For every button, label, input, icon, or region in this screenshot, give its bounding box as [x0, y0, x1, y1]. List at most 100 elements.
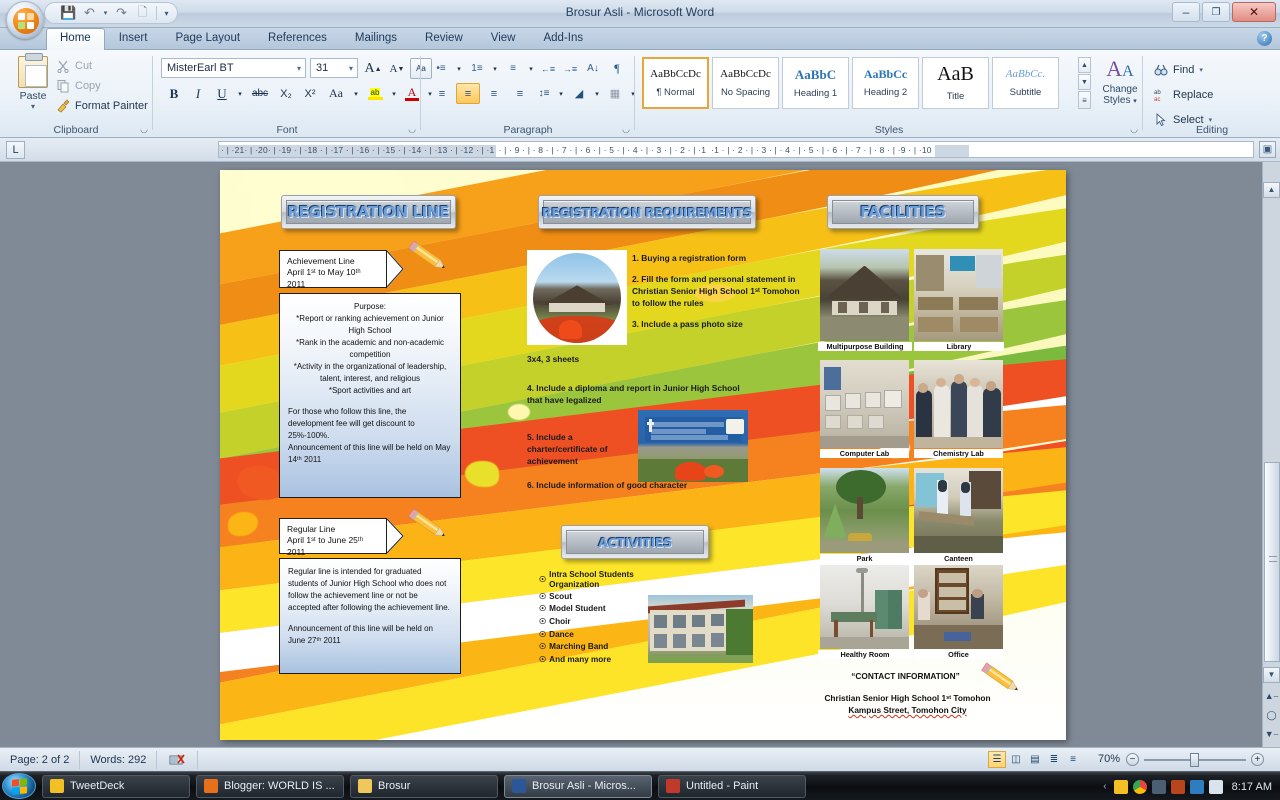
tab-mailings[interactable]: Mailings — [341, 28, 411, 50]
clock[interactable]: 8:17 AM — [1232, 781, 1272, 793]
horizontal-ruler[interactable]: · | ·21· | ·20· | ·19 · | ·18 · | ·17 · … — [218, 141, 1254, 158]
shading-dropdown-icon[interactable]: ▾ — [592, 83, 602, 104]
antivirus-tray-icon[interactable] — [1151, 779, 1166, 794]
font-name-combobox[interactable]: MisterEarl BT ▾ — [161, 58, 306, 78]
paste-button[interactable]: Paste ▾ — [10, 53, 56, 111]
find-dropdown-icon[interactable]: ▾ — [1199, 66, 1203, 74]
page-indicator[interactable]: Page: 2 of 2 — [0, 750, 81, 769]
sort-button[interactable]: A↓ — [582, 58, 604, 79]
style-heading-2[interactable]: AaBbCc Heading 2 — [852, 57, 919, 109]
taskbar-item-tweetdeck[interactable]: TweetDeck — [42, 774, 190, 798]
styles-dialog-launcher[interactable]: ◡ — [1130, 124, 1138, 135]
font-size-dropdown-icon[interactable]: ▾ — [345, 64, 357, 73]
tab-page-layout[interactable]: Page Layout — [161, 28, 254, 50]
taskbar-item-brosur[interactable]: Brosur — [350, 774, 498, 798]
close-button[interactable]: ✕ — [1232, 2, 1276, 22]
style-subtitle[interactable]: AaBbCc. Subtitle — [992, 57, 1059, 109]
tab-review[interactable]: Review — [411, 28, 477, 50]
find-button[interactable]: Find ▾ — [1154, 59, 1213, 80]
grow-font-button[interactable]: A ▲ — [362, 58, 384, 79]
outline-view[interactable]: ≣ — [1045, 751, 1063, 768]
select-browse-object-button[interactable]: ◯ — [1263, 707, 1280, 724]
tab-stop-selector[interactable]: L — [6, 141, 25, 159]
underline-dropdown-icon[interactable]: ▾ — [235, 83, 245, 104]
bullets-button[interactable]: •≡ — [430, 58, 452, 79]
vertical-scrollbar[interactable]: ▲ ▼ ▲⎯ ◯ ▼⎯ — [1262, 162, 1280, 747]
tab-view[interactable]: View — [477, 28, 530, 50]
style-no-spacing[interactable]: AaBbCcDc No Spacing — [712, 57, 779, 109]
chrome-tray-icon[interactable] — [1132, 779, 1147, 794]
volume-tray-icon[interactable] — [1208, 779, 1223, 794]
word-count[interactable]: Words: 292 — [80, 750, 158, 769]
clipboard-dialog-launcher[interactable]: ◡ — [140, 124, 148, 135]
tab-insert[interactable]: Insert — [105, 28, 162, 50]
font-dialog-launcher[interactable]: ◡ — [408, 124, 416, 135]
zoom-out-button[interactable]: − — [1126, 753, 1139, 766]
maximize-restore-button[interactable]: ❐ — [1202, 2, 1230, 22]
borders-button[interactable]: ▦ — [604, 83, 626, 104]
start-button[interactable] — [2, 773, 36, 799]
tab-references[interactable]: References — [254, 28, 341, 50]
underline-button[interactable]: U — [211, 83, 233, 104]
align-center-button[interactable]: ≡ — [456, 83, 480, 104]
strikethrough-button[interactable]: abc — [247, 83, 273, 104]
align-right-button[interactable]: ≡ — [482, 83, 506, 104]
web-layout-view[interactable]: ▤ — [1026, 751, 1044, 768]
help-icon[interactable]: ? — [1257, 31, 1272, 46]
previous-page-button[interactable]: ▲⎯ — [1263, 688, 1280, 705]
print-layout-view[interactable]: ☰ — [988, 751, 1006, 768]
scroll-up-button[interactable]: ▲ — [1263, 182, 1280, 198]
bullets-dropdown-icon[interactable]: ▾ — [454, 58, 464, 79]
superscript-button[interactable]: X² — [299, 83, 321, 104]
action-center-tray-icon[interactable] — [1189, 779, 1204, 794]
zoom-thumb[interactable] — [1190, 753, 1199, 767]
numbering-button[interactable]: 1≡ — [466, 58, 488, 79]
bold-button[interactable]: B — [163, 83, 185, 104]
minimize-button[interactable]: – — [1172, 2, 1200, 22]
change-case-button[interactable]: Aa — [323, 83, 349, 104]
show-hidden-icons-chevron[interactable]: ‹ — [1103, 781, 1106, 792]
select-dropdown-icon[interactable]: ▾ — [1209, 116, 1213, 124]
replace-button[interactable]: ab ac Replace — [1154, 84, 1213, 105]
shading-button[interactable]: ◢ — [568, 83, 590, 104]
change-styles-button[interactable]: AA Change Styles ▾ — [1098, 57, 1142, 107]
tab-home[interactable]: Home — [46, 28, 105, 50]
justify-button[interactable]: ≡ — [508, 83, 532, 104]
styles-scroll-up-button[interactable]: ▲ — [1078, 57, 1091, 73]
multilevel-list-button[interactable]: ≡ — [502, 58, 524, 79]
decrease-indent-button[interactable]: ←≡ — [538, 58, 558, 79]
line-spacing-dropdown-icon[interactable]: ▾ — [556, 83, 566, 104]
align-left-button[interactable]: ≡ — [430, 83, 454, 104]
line-spacing-button[interactable]: ↕≡ — [534, 83, 554, 104]
proofing-errors-icon[interactable] — [157, 750, 199, 769]
paragraph-dialog-launcher[interactable]: ◡ — [622, 124, 630, 135]
text-highlight-color-button[interactable]: ab — [363, 83, 387, 104]
numbering-dropdown-icon[interactable]: ▾ — [490, 58, 500, 79]
ruler-right-indicator[interactable]: ▣ — [1259, 141, 1276, 158]
style--normal[interactable]: AaBbCcDc ¶ Normal — [642, 57, 709, 109]
multilevel-dropdown-icon[interactable]: ▾ — [526, 58, 536, 79]
scroll-down-button[interactable]: ▼ — [1263, 667, 1280, 683]
zoom-level[interactable]: 70% — [1098, 753, 1120, 765]
cut-button[interactable]: Cut — [56, 56, 148, 76]
styles-scroll-down-button[interactable]: ▼ — [1078, 74, 1091, 90]
tab-add-ins[interactable]: Add-Ins — [529, 28, 597, 50]
font-name-dropdown-icon[interactable]: ▾ — [293, 64, 305, 73]
document-page[interactable]: REGISTRATION LINE Achievement Line April… — [220, 170, 1066, 740]
office-button[interactable] — [6, 1, 44, 39]
style-title[interactable]: AaB Title — [922, 57, 989, 109]
increase-indent-button[interactable]: →≡ — [560, 58, 580, 79]
font-size-combobox[interactable]: 31 ▾ — [310, 58, 358, 78]
change-case-dropdown-icon[interactable]: ▾ — [351, 83, 361, 104]
taskbar-item-blogger-world-is[interactable]: Blogger: WORLD IS ... — [196, 774, 344, 798]
zoom-in-button[interactable]: + — [1251, 753, 1264, 766]
format-painter-button[interactable]: Format Painter — [56, 96, 148, 116]
text-highlight-dropdown-icon[interactable]: ▾ — [389, 83, 399, 104]
subscript-button[interactable]: X₂ — [275, 83, 297, 104]
taskbar-item-untitled-paint[interactable]: Untitled - Paint — [658, 774, 806, 798]
zoom-slider[interactable]: − + — [1126, 752, 1264, 768]
tweetdeck-tray-icon[interactable] — [1113, 779, 1128, 794]
show-formatting-marks-button[interactable]: ¶ — [606, 58, 628, 79]
shrink-font-button[interactable]: A ▼ — [386, 58, 408, 79]
full-screen-reading-view[interactable]: ◫ — [1007, 751, 1025, 768]
